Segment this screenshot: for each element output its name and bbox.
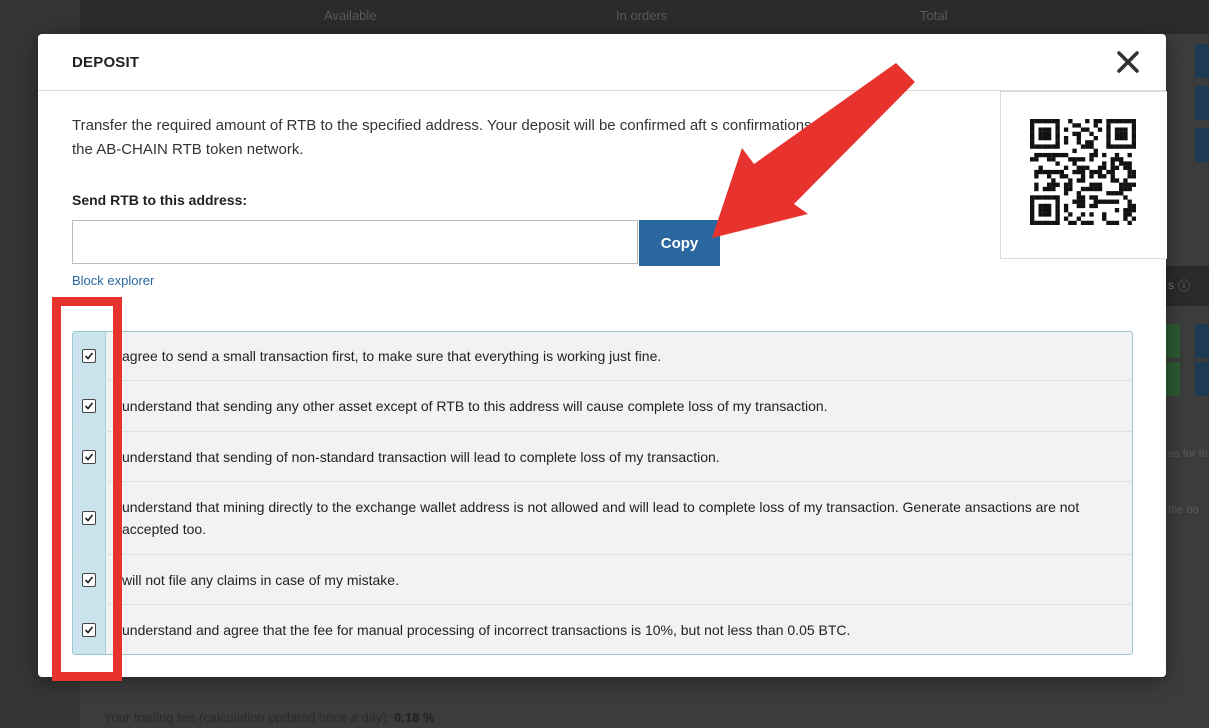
header-available: Available: [324, 8, 377, 23]
agreement-text: agree to send a small transaction first,…: [122, 348, 662, 364]
info-icon: ⓘ: [1178, 279, 1191, 293]
checkmark-icon: [84, 514, 94, 522]
agreement-list: agree to send a small transaction first,…: [72, 331, 1133, 655]
agreement-checkbox[interactable]: [82, 349, 96, 363]
qr-code-panel: [1000, 91, 1167, 259]
background-section-header: s ⓘ: [1166, 266, 1209, 306]
agreement-checkbox[interactable]: [82, 399, 96, 413]
checkbox-cell: [73, 332, 106, 380]
address-label: Send RTB to this address:: [72, 192, 248, 208]
background-side-text: the bo: [1168, 504, 1199, 516]
balance-table-header: Available In orders Total: [80, 0, 1209, 34]
agreement-item[interactable]: understand that sending of non-standard …: [73, 432, 1132, 482]
agreement-text: will not file any claims in case of my m…: [122, 571, 399, 588]
header-total: Total: [920, 8, 948, 23]
background-section-label: s: [1168, 278, 1174, 292]
agreement-text: understand that sending any other asset …: [122, 398, 828, 414]
qr-code: [1030, 119, 1136, 225]
background-button: [1195, 324, 1209, 358]
close-button[interactable]: [1114, 48, 1142, 76]
background-buy-button: [1166, 324, 1180, 358]
checkmark-icon: [84, 575, 94, 584]
agreement-item[interactable]: understand that mining directly to the e…: [73, 482, 1132, 555]
copy-button[interactable]: Copy: [639, 220, 720, 266]
trading-fee-label: Your trading fee (calculation updated on…: [104, 710, 395, 725]
background-buy-button: [1166, 362, 1180, 396]
agreement-checkbox[interactable]: [82, 622, 96, 637]
address-input[interactable]: [72, 220, 638, 264]
background-side-text: es for th: [1168, 448, 1208, 460]
checkbox-cell: [73, 432, 106, 481]
agreement-text: understand that mining directly to the e…: [122, 499, 1080, 537]
header-in-orders: In orders: [616, 8, 668, 23]
agreement-text: understand that sending of non-standard …: [122, 448, 720, 465]
trading-fee-text: Your trading fee (calculation updated on…: [104, 710, 435, 725]
checkmark-icon: [84, 452, 94, 461]
close-icon: [1117, 51, 1139, 73]
checkmark-icon: [84, 402, 94, 410]
checkmark-icon: [84, 625, 94, 634]
agreement-text: understand and agree that the fee for ma…: [122, 621, 851, 638]
checkbox-cell: [73, 482, 106, 554]
agreement-checkbox[interactable]: [82, 449, 96, 464]
block-explorer-link[interactable]: Block explorer: [72, 273, 154, 288]
agreement-item[interactable]: will not file any claims in case of my m…: [73, 555, 1132, 605]
agreement-item[interactable]: agree to send a small transaction first,…: [73, 332, 1132, 381]
checkbox-cell: [73, 605, 106, 654]
deposit-modal: DEPOSIT Transfer the required amount of …: [38, 34, 1167, 677]
checkmark-icon: [84, 352, 94, 360]
deposit-description: Transfer the required amount of RTB to t…: [72, 117, 846, 158]
modal-header: DEPOSIT: [38, 34, 1166, 91]
checkbox-cell: [73, 555, 106, 604]
agreement-checkbox[interactable]: [82, 572, 96, 587]
background-button: [1195, 362, 1209, 396]
agreement-item[interactable]: understand and agree that the fee for ma…: [73, 605, 1132, 654]
modal-title: DEPOSIT: [72, 54, 140, 71]
checkbox-cell: [73, 381, 106, 431]
trading-fee-value: 0.18 %: [394, 710, 435, 725]
agreement-checkbox[interactable]: [82, 511, 96, 525]
background-button: [1195, 86, 1209, 120]
agreement-item[interactable]: understand that sending any other asset …: [73, 381, 1132, 432]
background-button: [1195, 44, 1209, 78]
background-button: [1195, 128, 1209, 162]
